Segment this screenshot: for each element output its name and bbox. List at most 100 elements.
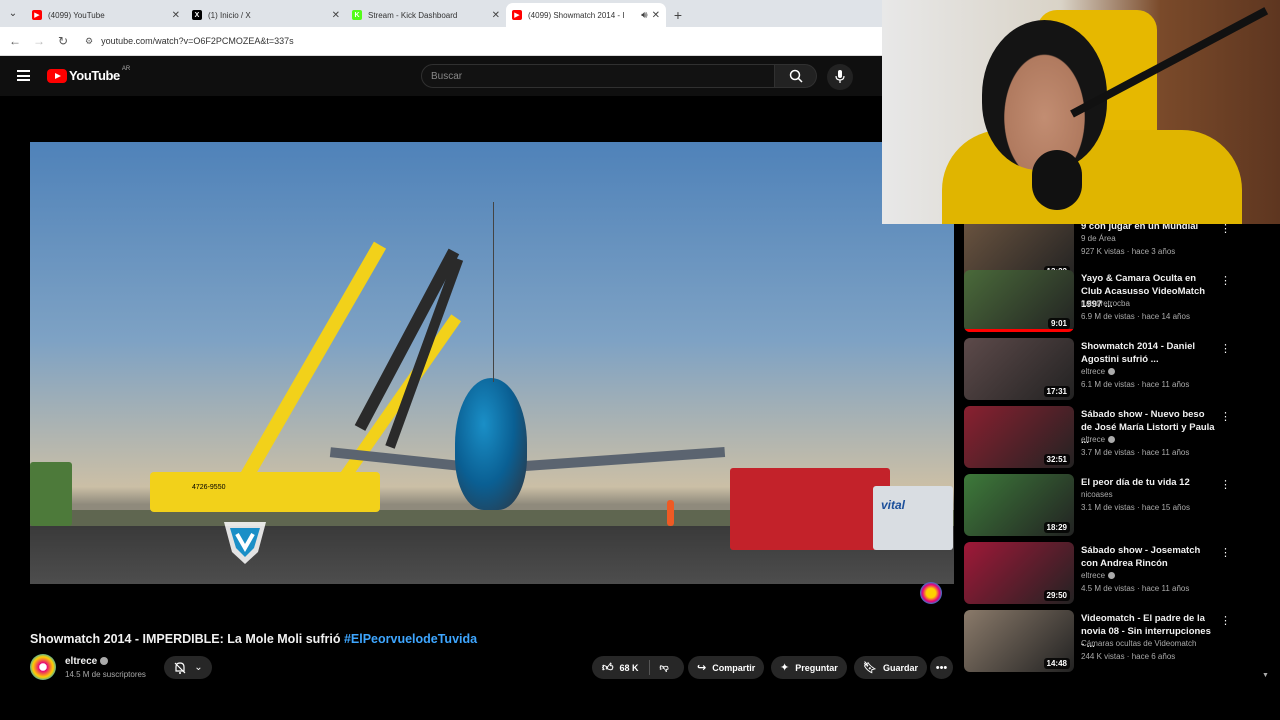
search-icon: [789, 69, 803, 83]
share-button[interactable]: ↪ Compartir: [688, 656, 765, 679]
more-options-icon[interactable]: ⋮: [1220, 410, 1231, 423]
plane-wing-right: [524, 447, 726, 471]
save-button[interactable]: 🔖︎ Guardar: [854, 656, 927, 679]
ask-button[interactable]: ✦ Preguntar: [771, 656, 847, 679]
close-tab-icon[interactable]: ✕: [332, 10, 340, 21]
channel-name[interactable]: eltrece: [65, 656, 109, 667]
video-duration: 9:01: [1047, 318, 1070, 329]
recommended-channel[interactable]: Cámaras ocultas de Videomatch: [1081, 639, 1196, 648]
recommended-meta: 927 K vistas · hace 3 años: [1081, 247, 1176, 256]
recommended-channel[interactable]: 9 de Área: [1081, 234, 1116, 243]
recommended-channel[interactable]: eltrece: [1081, 367, 1116, 376]
video-duration: 18:29: [1043, 522, 1070, 533]
browser-tab[interactable]: X (1) Inicio / X ✕: [186, 3, 346, 27]
video-duration: 17:31: [1043, 386, 1070, 397]
fire-truck: [730, 468, 890, 550]
more-options-icon[interactable]: ⋮: [1220, 224, 1231, 235]
site-info-icon[interactable]: ⚙: [85, 36, 93, 47]
recommended-channel[interactable]: eltrece: [1081, 435, 1116, 444]
recommended-channel[interactable]: nicoases: [1081, 490, 1113, 499]
streamer-head: [982, 20, 1107, 170]
more-options-icon[interactable]: ⋮: [1220, 342, 1231, 355]
recommended-meta: 6.1 M de vistas · hace 11 años: [1081, 380, 1190, 389]
dislike-button[interactable]: 👎︎: [650, 656, 679, 679]
recommended-channel-text: futbolretrocba: [1081, 299, 1130, 308]
video-thumbnail[interactable]: 29:50: [964, 542, 1074, 604]
recommended-channel-text: 9 de Área: [1081, 234, 1116, 243]
tab-favicon-icon: K: [352, 10, 362, 20]
subscription-bell-button[interactable]: ⌄: [164, 656, 212, 679]
more-options-icon[interactable]: ⋮: [1220, 546, 1231, 559]
channel-avatar[interactable]: [30, 654, 56, 680]
recommended-video[interactable]: 29:50 Sábado show - Josematch con Andrea …: [964, 542, 1264, 606]
bell-off-icon: [174, 661, 186, 674]
recommended-title[interactable]: Sábado show - Josematch con Andrea Rincó…: [1081, 544, 1216, 570]
recommended-channel-text: eltrece: [1081, 435, 1106, 444]
video-thumbnail[interactable]: 18:29: [964, 474, 1074, 536]
youtube-play-icon: [47, 68, 67, 83]
recommended-title[interactable]: El peor día de tu vida 12: [1081, 476, 1216, 489]
close-tab-icon[interactable]: ✕: [172, 10, 180, 21]
recommended-video[interactable]: 32:51 Sábado show - Nuevo beso de José Ma…: [964, 406, 1264, 470]
menu-icon[interactable]: [17, 70, 30, 81]
browser-tab[interactable]: ▶ (4099) YouTube ✕: [26, 3, 186, 27]
recommended-channel[interactable]: futbolretrocba: [1081, 299, 1130, 308]
forward-icon[interactable]: →: [27, 34, 51, 48]
url-field[interactable]: ⚙ youtube.com/watch?v=O6F2PCMOZEA&t=337s: [81, 30, 876, 52]
save-label: Guardar: [882, 662, 918, 673]
recommended-channel-text: nicoases: [1081, 490, 1113, 499]
recommended-video[interactable]: 18:29 El peor día de tu vida 12 nicoases 3.…: [964, 474, 1264, 538]
audio-playing-icon[interactable]: 🔊︎: [641, 10, 647, 21]
search-button[interactable]: [775, 64, 817, 88]
video-title-text: Showmatch 2014 - IMPERDIBLE: La Mole Mol…: [30, 632, 344, 646]
like-button[interactable]: 👍︎ 68 K: [592, 656, 649, 679]
scroll-down-icon[interactable]: ▼: [1262, 672, 1269, 679]
crane-truck: 4726-9550: [150, 472, 380, 512]
video-player[interactable]: 4726-9550 vital: [30, 102, 954, 622]
tab-favicon-icon: ▶: [512, 10, 522, 20]
video-title: Showmatch 2014 - IMPERDIBLE: La Mole Mol…: [30, 632, 477, 646]
crane-cable: [493, 202, 494, 382]
airplane: [455, 378, 527, 510]
recommended-video[interactable]: 17:31 Showmatch 2014 - Daniel Agostini su…: [964, 338, 1264, 402]
back-icon[interactable]: ←: [3, 34, 27, 48]
share-label: Compartir: [712, 662, 756, 673]
more-options-icon[interactable]: ⋮: [1220, 614, 1231, 627]
more-actions-button[interactable]: •••: [930, 656, 953, 679]
more-options-icon[interactable]: ⋮: [1220, 274, 1231, 287]
video-hashtag-link[interactable]: #ElPeorvuelodeTuvida: [344, 632, 477, 646]
video-duration: 29:50: [1043, 590, 1070, 601]
tab-title: Stream - Kick Dashboard: [368, 10, 458, 20]
microphone-icon: [835, 70, 845, 83]
video-thumbnail[interactable]: 17:31: [964, 338, 1074, 400]
browser-tab[interactable]: ▶ (4099) Showmatch 2014 - I 🔊︎ ✕: [506, 3, 666, 27]
close-tab-icon[interactable]: ✕: [492, 10, 500, 21]
video-thumbnail[interactable]: 32:51: [964, 406, 1074, 468]
tab-search-button[interactable]: ⌄: [0, 0, 26, 27]
recommended-title[interactable]: Showmatch 2014 - Daniel Agostini sufrió …: [1081, 340, 1216, 366]
browser-tab[interactable]: K Stream - Kick Dashboard ✕: [346, 3, 506, 27]
close-tab-icon[interactable]: ✕: [652, 10, 660, 21]
recommended-channel[interactable]: eltrece: [1081, 571, 1116, 580]
recommended-video[interactable]: 9:01 Yayo & Camara Oculta en Club Acasuss…: [964, 270, 1264, 334]
reload-icon[interactable]: ↻: [51, 34, 75, 48]
youtube-logo[interactable]: YouTube AR: [47, 65, 131, 83]
new-tab-button[interactable]: +: [666, 3, 690, 27]
url-text: youtube.com/watch?v=O6F2PCMOZEA&t=337s: [101, 36, 294, 46]
video-thumbnail[interactable]: 9:01: [964, 270, 1074, 332]
watch-progress-bar: [964, 329, 1074, 332]
video-thumbnail[interactable]: 14:48: [964, 610, 1074, 672]
voice-search-button[interactable]: [827, 64, 853, 90]
tab-title: (4099) Showmatch 2014 - I: [528, 10, 625, 20]
youtube-header: YouTube AR Buscar: [0, 56, 882, 96]
recommended-video[interactable]: 14:48 Videomatch - El padre de la novia 0…: [964, 610, 1264, 674]
search-input[interactable]: Buscar: [421, 64, 775, 88]
recommended-title[interactable]: 9 con jugar en un Mundial: [1081, 224, 1216, 233]
search-placeholder: Buscar: [431, 70, 463, 82]
more-options-icon[interactable]: ⋮: [1220, 478, 1231, 491]
recommendations-sidebar: 13:229 con jugar en un Mundial9 de Área9…: [964, 224, 1280, 680]
verified-icon: [1108, 368, 1116, 376]
region-code: AR: [121, 65, 131, 72]
recommended-channel-text: eltrece: [1081, 571, 1106, 580]
video-duration: 32:51: [1043, 454, 1070, 465]
